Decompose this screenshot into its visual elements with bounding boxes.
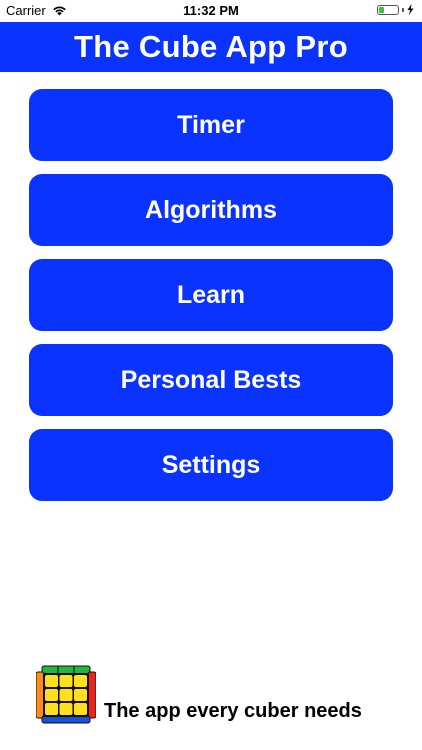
battery-cap [402, 7, 404, 12]
app-header: The Cube App Pro [0, 22, 422, 72]
main-menu: Timer Algorithms Learn Personal Bests Se… [29, 89, 393, 514]
rubiks-cube-icon [36, 665, 96, 724]
footer: The app every cuber needs [36, 664, 406, 726]
settings-button[interactable]: Settings [29, 429, 393, 501]
charging-bolt-icon [407, 4, 414, 15]
timer-button[interactable]: Timer [29, 89, 393, 161]
learn-button[interactable]: Learn [29, 259, 393, 331]
status-time: 11:32 PM [183, 3, 239, 18]
battery-fill [379, 6, 384, 13]
status-right [377, 4, 414, 15]
tagline: The app every cuber needs [104, 700, 362, 722]
status-bar: Carrier 11:32 PM [0, 0, 422, 22]
battery-icon [377, 4, 399, 15]
algorithms-button[interactable]: Algorithms [29, 174, 393, 246]
personal-bests-button[interactable]: Personal Bests [29, 344, 393, 416]
app-title: The Cube App Pro [73, 29, 349, 64]
